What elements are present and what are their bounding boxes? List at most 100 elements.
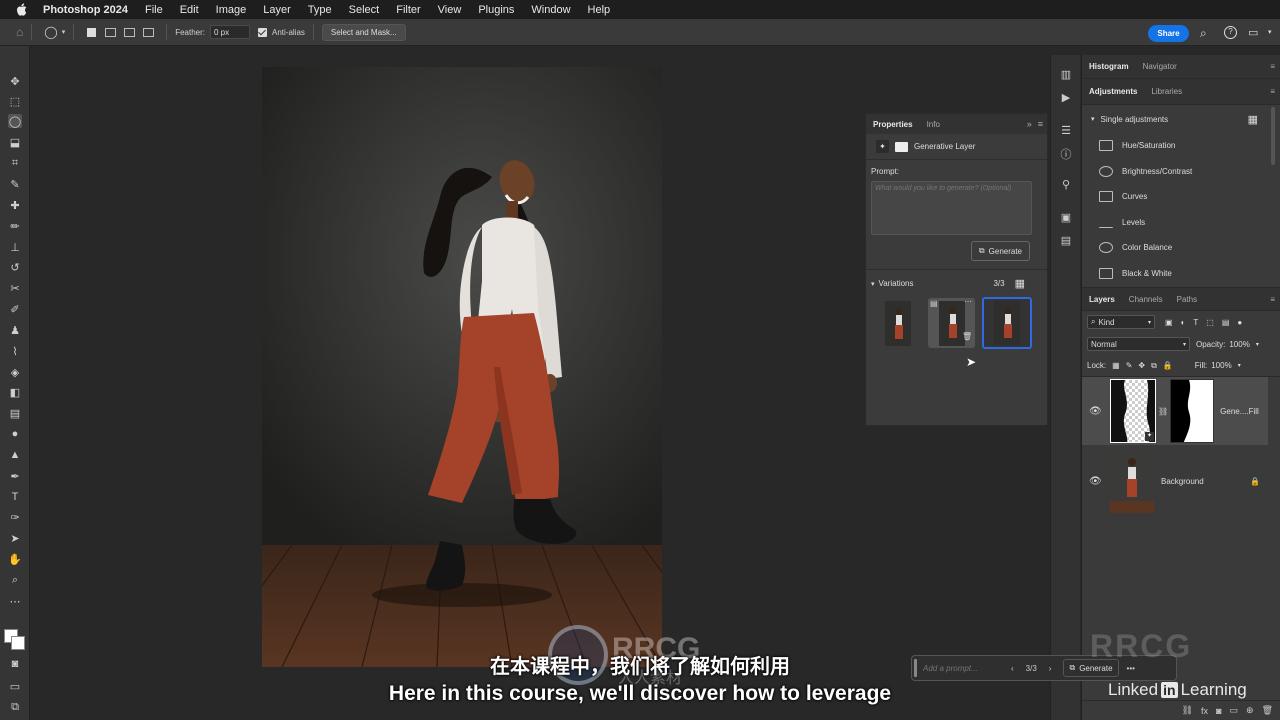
intersect-selection-icon[interactable] xyxy=(143,27,155,37)
tab-adjustments[interactable]: Adjustments xyxy=(1082,87,1144,96)
adjustment-black-white[interactable]: Black & White xyxy=(1082,261,1280,287)
help-icon[interactable]: ? xyxy=(1224,26,1237,39)
filter-shape-icon[interactable]: ⬚ xyxy=(1206,318,1214,327)
lock-pixels-icon[interactable]: ✎ xyxy=(1126,361,1133,370)
menu-layer[interactable]: Layer xyxy=(263,4,291,16)
tab-paths[interactable]: Paths xyxy=(1170,295,1204,304)
grid-view-icon[interactable]: ▦ xyxy=(1248,113,1258,126)
add-selection-icon[interactable] xyxy=(105,27,117,37)
new-layer-icon[interactable]: ⊕ xyxy=(1246,705,1254,716)
fill-tool-icon[interactable]: ◈ xyxy=(8,365,22,379)
add-mask-icon[interactable]: ◙ xyxy=(1216,706,1221,716)
crop-tool-icon[interactable]: ⌗ xyxy=(8,156,22,170)
link-layers-icon[interactable]: ⛓ xyxy=(1182,705,1193,716)
info-icon[interactable]: ▤ xyxy=(930,299,938,308)
menu-plugins[interactable]: Plugins xyxy=(478,4,514,16)
adjustment-hue-saturation[interactable]: Hue/Saturation xyxy=(1082,133,1280,159)
object-select-tool-icon[interactable]: ⬓ xyxy=(8,135,22,149)
blur-tool-icon[interactable]: ● xyxy=(8,427,22,441)
home-icon[interactable]: ⌂ xyxy=(16,25,23,39)
chevron-down-icon[interactable]: ▾ xyxy=(871,280,875,288)
antialias-checkbox[interactable] xyxy=(258,27,267,37)
trash-icon[interactable]: 🗑 xyxy=(962,332,972,341)
path-select-icon[interactable]: ✑ xyxy=(8,510,22,524)
lasso-icon[interactable]: ◯ xyxy=(44,25,57,39)
tab-navigator[interactable]: Navigator xyxy=(1136,62,1184,71)
layer-row-background[interactable]: 👁 Background 🔒 xyxy=(1082,447,1268,515)
collapse-icon[interactable]: » xyxy=(1027,119,1032,129)
tab-layers[interactable]: Layers xyxy=(1082,295,1122,304)
layer-name[interactable]: Gene....Fill xyxy=(1220,407,1259,416)
prompt-textarea[interactable] xyxy=(871,181,1032,235)
history-icon[interactable]: ▥ xyxy=(1059,67,1073,81)
adjustment-curves[interactable]: Curves xyxy=(1082,184,1280,210)
panel-menu-icon[interactable]: ≡ xyxy=(1038,119,1043,129)
filter-toggle-icon[interactable]: ● xyxy=(1237,318,1242,327)
lock-artboard-icon[interactable]: ⧉ xyxy=(1151,361,1157,371)
filter-smart-icon[interactable]: ▤ xyxy=(1222,318,1230,327)
menu-edit[interactable]: Edit xyxy=(180,4,199,16)
eye-icon[interactable]: 👁 xyxy=(1089,476,1102,487)
lock-position-icon[interactable]: ✥ xyxy=(1138,361,1145,370)
chevron-down-icon[interactable]: ▾ xyxy=(62,28,66,36)
single-adjustments-header[interactable]: ▾ Single adjustments ▦ xyxy=(1082,105,1280,133)
new-selection-icon[interactable] xyxy=(87,27,97,37)
background-color-swatch[interactable] xyxy=(11,636,25,650)
menu-select[interactable]: Select xyxy=(349,4,380,16)
hand-tool-icon[interactable]: ✋ xyxy=(8,552,22,566)
menu-window[interactable]: Window xyxy=(531,4,570,16)
filter-type-icon[interactable]: T xyxy=(1193,318,1198,327)
tab-channels[interactable]: Channels xyxy=(1122,295,1170,304)
tab-info[interactable]: Info xyxy=(920,120,947,129)
layers-icon[interactable]: ▣ xyxy=(1059,210,1073,224)
filter-adjustment-icon[interactable]: ◐ xyxy=(1181,318,1186,327)
history-brush-icon[interactable]: ↺ xyxy=(8,260,22,274)
more-tools-icon[interactable]: ⋯ xyxy=(8,594,22,608)
clone-stamp-icon[interactable]: ♟ xyxy=(8,323,22,337)
variation-thumb-1[interactable] xyxy=(885,301,911,346)
mask-thumbnail[interactable] xyxy=(1170,379,1215,443)
scissors-icon[interactable]: ✂ xyxy=(8,281,22,295)
move-tool-icon[interactable]: ✥ xyxy=(8,74,22,88)
panel-menu-icon[interactable]: ≡ xyxy=(1270,62,1275,71)
chevron-down-icon[interactable]: ▾ xyxy=(1268,28,1272,36)
apple-icon[interactable] xyxy=(14,3,28,17)
pencil-tool-icon[interactable]: ✐ xyxy=(8,302,22,316)
healing-tool-icon[interactable]: ✚ xyxy=(8,198,22,212)
notes-icon[interactable]: ▤ xyxy=(1059,233,1073,247)
info-panel-icon[interactable]: ⓘ xyxy=(1059,147,1073,161)
eraser-tool-icon[interactable]: ◧ xyxy=(8,385,22,399)
panel-menu-icon[interactable]: ≡ xyxy=(1270,295,1275,304)
zoom-tool-icon[interactable]: ⌕ xyxy=(8,573,22,587)
workspace-icon[interactable]: ▭ xyxy=(1248,26,1258,39)
generate-button[interactable]: ⧉ Generate xyxy=(970,241,1030,261)
more-icon[interactable]: ⋯ xyxy=(964,298,972,306)
adjustment-brightness-contrast[interactable]: Brightness/Contrast xyxy=(1082,159,1280,185)
menu-view[interactable]: View xyxy=(438,4,462,16)
lasso-tool-icon[interactable]: ◯ xyxy=(8,114,22,128)
panel-menu-icon[interactable]: ≡ xyxy=(1270,87,1275,96)
menu-help[interactable]: Help xyxy=(588,4,611,16)
adjustment-color-balance[interactable]: Color Balance xyxy=(1082,235,1280,261)
share-button[interactable]: Share xyxy=(1148,25,1189,42)
stamp-tool-icon[interactable]: ⊥ xyxy=(8,240,22,254)
grid-view-icon[interactable]: ▦ xyxy=(1015,277,1025,290)
lock-transparent-icon[interactable]: ▦ xyxy=(1112,361,1120,370)
art-history-brush-icon[interactable]: ⌇ xyxy=(8,344,22,358)
layer-row-generative[interactable]: 👁 ✦ ⛓ Gene....Fill xyxy=(1082,377,1268,445)
variation-thumb-2[interactable]: ▤ ⋯ 🗑 xyxy=(928,298,975,348)
app-menu[interactable]: Photoshop 2024 xyxy=(43,4,128,16)
fx-icon[interactable]: fx xyxy=(1201,706,1208,716)
new-group-icon[interactable]: ▭ xyxy=(1230,705,1239,716)
lock-all-icon[interactable]: 🔒 xyxy=(1163,361,1173,370)
layer-name[interactable]: Background xyxy=(1161,477,1204,486)
eye-icon[interactable]: 👁 xyxy=(1089,406,1102,417)
scrollbar[interactable] xyxy=(1271,107,1275,165)
properties-icon[interactable]: ⚲ xyxy=(1059,177,1073,191)
direct-select-icon[interactable]: ➤ xyxy=(8,531,22,545)
variation-thumb-3-selected[interactable] xyxy=(982,297,1032,349)
fill-input[interactable]: 100% ▾ xyxy=(1211,361,1240,370)
play-icon[interactable]: ▶ xyxy=(1059,90,1073,104)
menu-type[interactable]: Type xyxy=(308,4,332,16)
adjustment-levels[interactable]: Levels xyxy=(1082,210,1280,236)
